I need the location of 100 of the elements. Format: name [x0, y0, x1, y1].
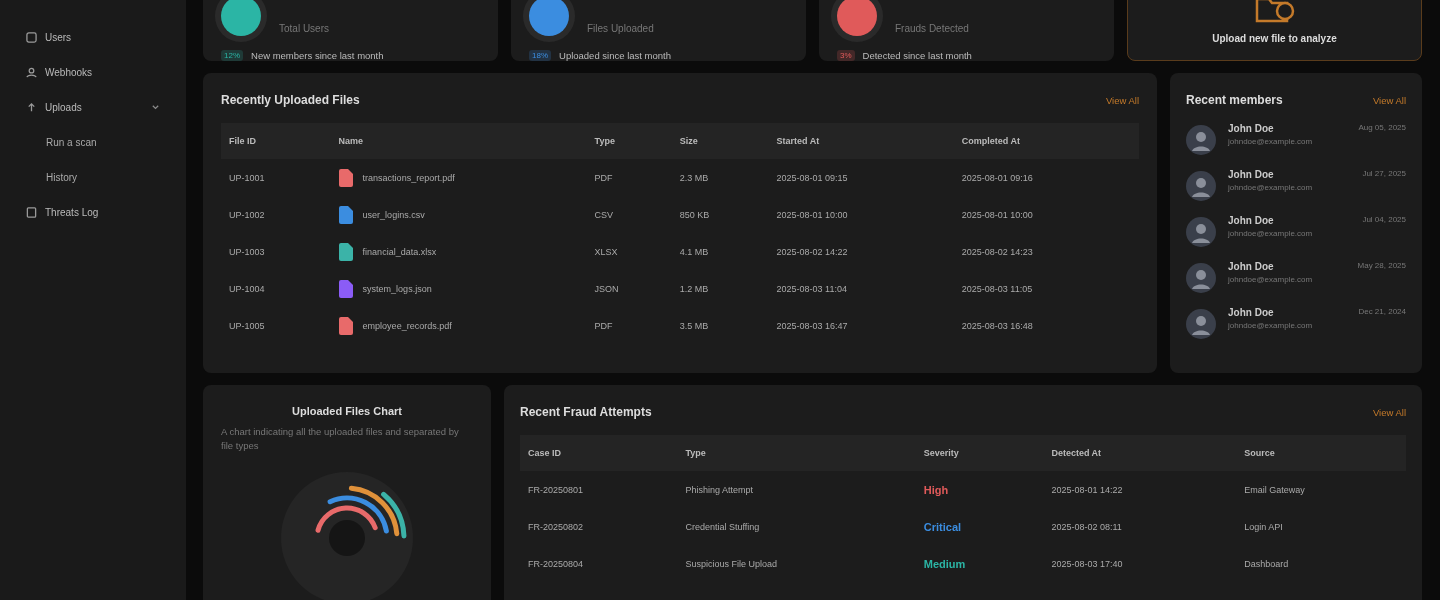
- table-cell-text: 2025-08-02 14:23: [960, 245, 1034, 259]
- file-name: employee_records.pdf: [362, 320, 452, 331]
- member-name: John Doe: [1228, 215, 1275, 226]
- table-cell-text: XLSX: [593, 245, 619, 259]
- column-header: Type: [677, 435, 916, 471]
- stat-label: Frauds Detected: [895, 23, 969, 36]
- table-cell: UP-1001: [221, 159, 331, 196]
- column-header: File ID: [221, 123, 331, 159]
- percent-badge: 3%: [837, 50, 855, 61]
- severity-label: High: [923, 483, 949, 496]
- column-header: Case ID: [520, 435, 678, 471]
- member-email: johndoe@example.com: [1228, 137, 1314, 146]
- stat-label: Total Users: [279, 23, 329, 36]
- upload-card[interactable]: Upload new file to analyze: [1127, 0, 1422, 61]
- member-email: johndoe@example.com: [1228, 275, 1314, 284]
- table-cell-text: UP-1002: [228, 208, 266, 222]
- table-cell-text: CSV: [593, 208, 615, 222]
- chevron-icon: [151, 103, 160, 112]
- percent-badge: 18%: [529, 50, 551, 61]
- table-cell: 2025-08-01 09:16: [953, 159, 1139, 196]
- chart-subtitle: A chart indicating all the uploaded files and separated by file types: [221, 425, 460, 454]
- member-date: Aug 05, 2025: [1358, 123, 1406, 132]
- file-name: financial_data.xlsx: [362, 246, 437, 257]
- table-cell-text: UP-1004: [228, 282, 266, 296]
- stat-note: Detected since last month: [862, 50, 972, 61]
- upload-icon: [26, 102, 37, 113]
- member-date: Dec 21, 2024: [1358, 307, 1406, 316]
- table-cell-text: 2025-08-03 11:04: [775, 282, 848, 296]
- member-date: Jul 27, 2025: [1362, 169, 1406, 178]
- table-cell: Email Gateway: [1236, 471, 1406, 508]
- view-all-link[interactable]: View All: [1105, 94, 1139, 106]
- percent-badge: 12%: [221, 50, 243, 61]
- member-name: John Doe: [1228, 307, 1275, 318]
- stat-note: New members since last month: [251, 50, 384, 61]
- sidebar-item[interactable]: Users: [26, 20, 160, 55]
- table-cell-text: Suspicious File Upload: [684, 557, 778, 571]
- table-cell: 2025-08-01 09:15: [768, 159, 954, 196]
- chart-title: Uploaded Files Chart: [292, 405, 402, 417]
- table-cell-text: Dashboard: [1243, 557, 1290, 571]
- sidebar-item[interactable]: Threats Log: [26, 195, 160, 230]
- table-cell: 2.3 MB: [671, 159, 769, 196]
- table-cell-text: PDF: [593, 319, 614, 333]
- avatar-icon: [1186, 217, 1216, 247]
- card-title: Recently Uploaded Files: [221, 93, 360, 107]
- member-name: John Doe: [1228, 123, 1275, 134]
- view-all-link[interactable]: View All: [1372, 94, 1406, 106]
- column-header: Started At: [768, 123, 954, 159]
- member-email: johndoe@example.com: [1228, 183, 1314, 192]
- member-email: johndoe@example.com: [1228, 321, 1314, 330]
- table-cell-text: 2025-08-03 16:47: [775, 319, 849, 333]
- avatar-icon: [1186, 171, 1216, 201]
- file-name: system_logs.json: [362, 283, 432, 294]
- table-cell-text: JSON: [593, 282, 620, 296]
- folder-icon: [1254, 0, 1295, 23]
- sidebar-item[interactable]: Webhooks: [26, 55, 160, 90]
- stat-label: Files Uploaded: [587, 23, 654, 36]
- column-header: Completed At: [953, 123, 1139, 159]
- stat-note: Uploaded since last month: [559, 50, 671, 61]
- member-email: johndoe@example.com: [1228, 229, 1314, 238]
- severity-label: Critical: [923, 520, 962, 533]
- table-cell-text: Credential Stuffing: [684, 520, 761, 534]
- table-cell: PDF: [586, 159, 672, 196]
- member-date: May 28, 2025: [1357, 261, 1406, 270]
- table-cell-text: UP-1005: [228, 319, 266, 333]
- table-cell-text: 2025-08-01 10:00: [775, 208, 849, 222]
- person-icon: [26, 67, 37, 78]
- table-cell-text: FR-20250802: [527, 520, 585, 534]
- avatar-icon: [1186, 309, 1216, 339]
- document-icon: [26, 207, 37, 218]
- sidebar-subitem[interactable]: Run a scan: [26, 125, 97, 160]
- file-name: user_logins.csv: [362, 209, 425, 220]
- table-cell-text: 2025-08-03 17:40: [1050, 557, 1124, 571]
- table-cell-text: 2025-08-01 10:00: [960, 208, 1034, 222]
- sidebar-item[interactable]: Uploads: [26, 90, 160, 125]
- table-cell: 2025-08-01 14:22: [1043, 471, 1237, 508]
- table-cell-text: FR-20250804: [527, 557, 585, 571]
- view-all-link[interactable]: View All: [1372, 406, 1406, 418]
- column-header: Size: [671, 123, 769, 159]
- table-cell-text: 2025-08-03 11:05: [960, 282, 1034, 296]
- column-header: Source: [1236, 435, 1406, 471]
- column-header: Name: [330, 123, 587, 159]
- avatar-icon: [1186, 263, 1216, 293]
- square-icon: [26, 32, 37, 43]
- column-header: Detected At: [1043, 435, 1237, 471]
- sidebar-subitem[interactable]: History: [26, 160, 78, 195]
- column-header: Severity: [915, 435, 1044, 471]
- table-cell-text: 2025-08-02 08:11: [1050, 520, 1123, 534]
- severity-label: Medium: [923, 557, 966, 570]
- table-cell-text: 850 KB: [678, 208, 711, 222]
- member-date: Jul 04, 2025: [1362, 215, 1406, 224]
- table-cell-text: Login API: [1243, 520, 1284, 534]
- table-cell-text: 1.2 MB: [678, 282, 710, 296]
- card-title: Recent Fraud Attempts: [520, 405, 652, 419]
- table-cell-text: UP-1003: [228, 245, 266, 259]
- member-name: John Doe: [1228, 261, 1275, 272]
- table-cell-text: 4.1 MB: [678, 245, 710, 259]
- avatar-icon: [1186, 125, 1216, 155]
- table-cell: FR-20250801: [520, 471, 678, 508]
- table-cell: Phishing Attempt: [677, 471, 916, 508]
- file-name: transactions_report.pdf: [362, 172, 455, 183]
